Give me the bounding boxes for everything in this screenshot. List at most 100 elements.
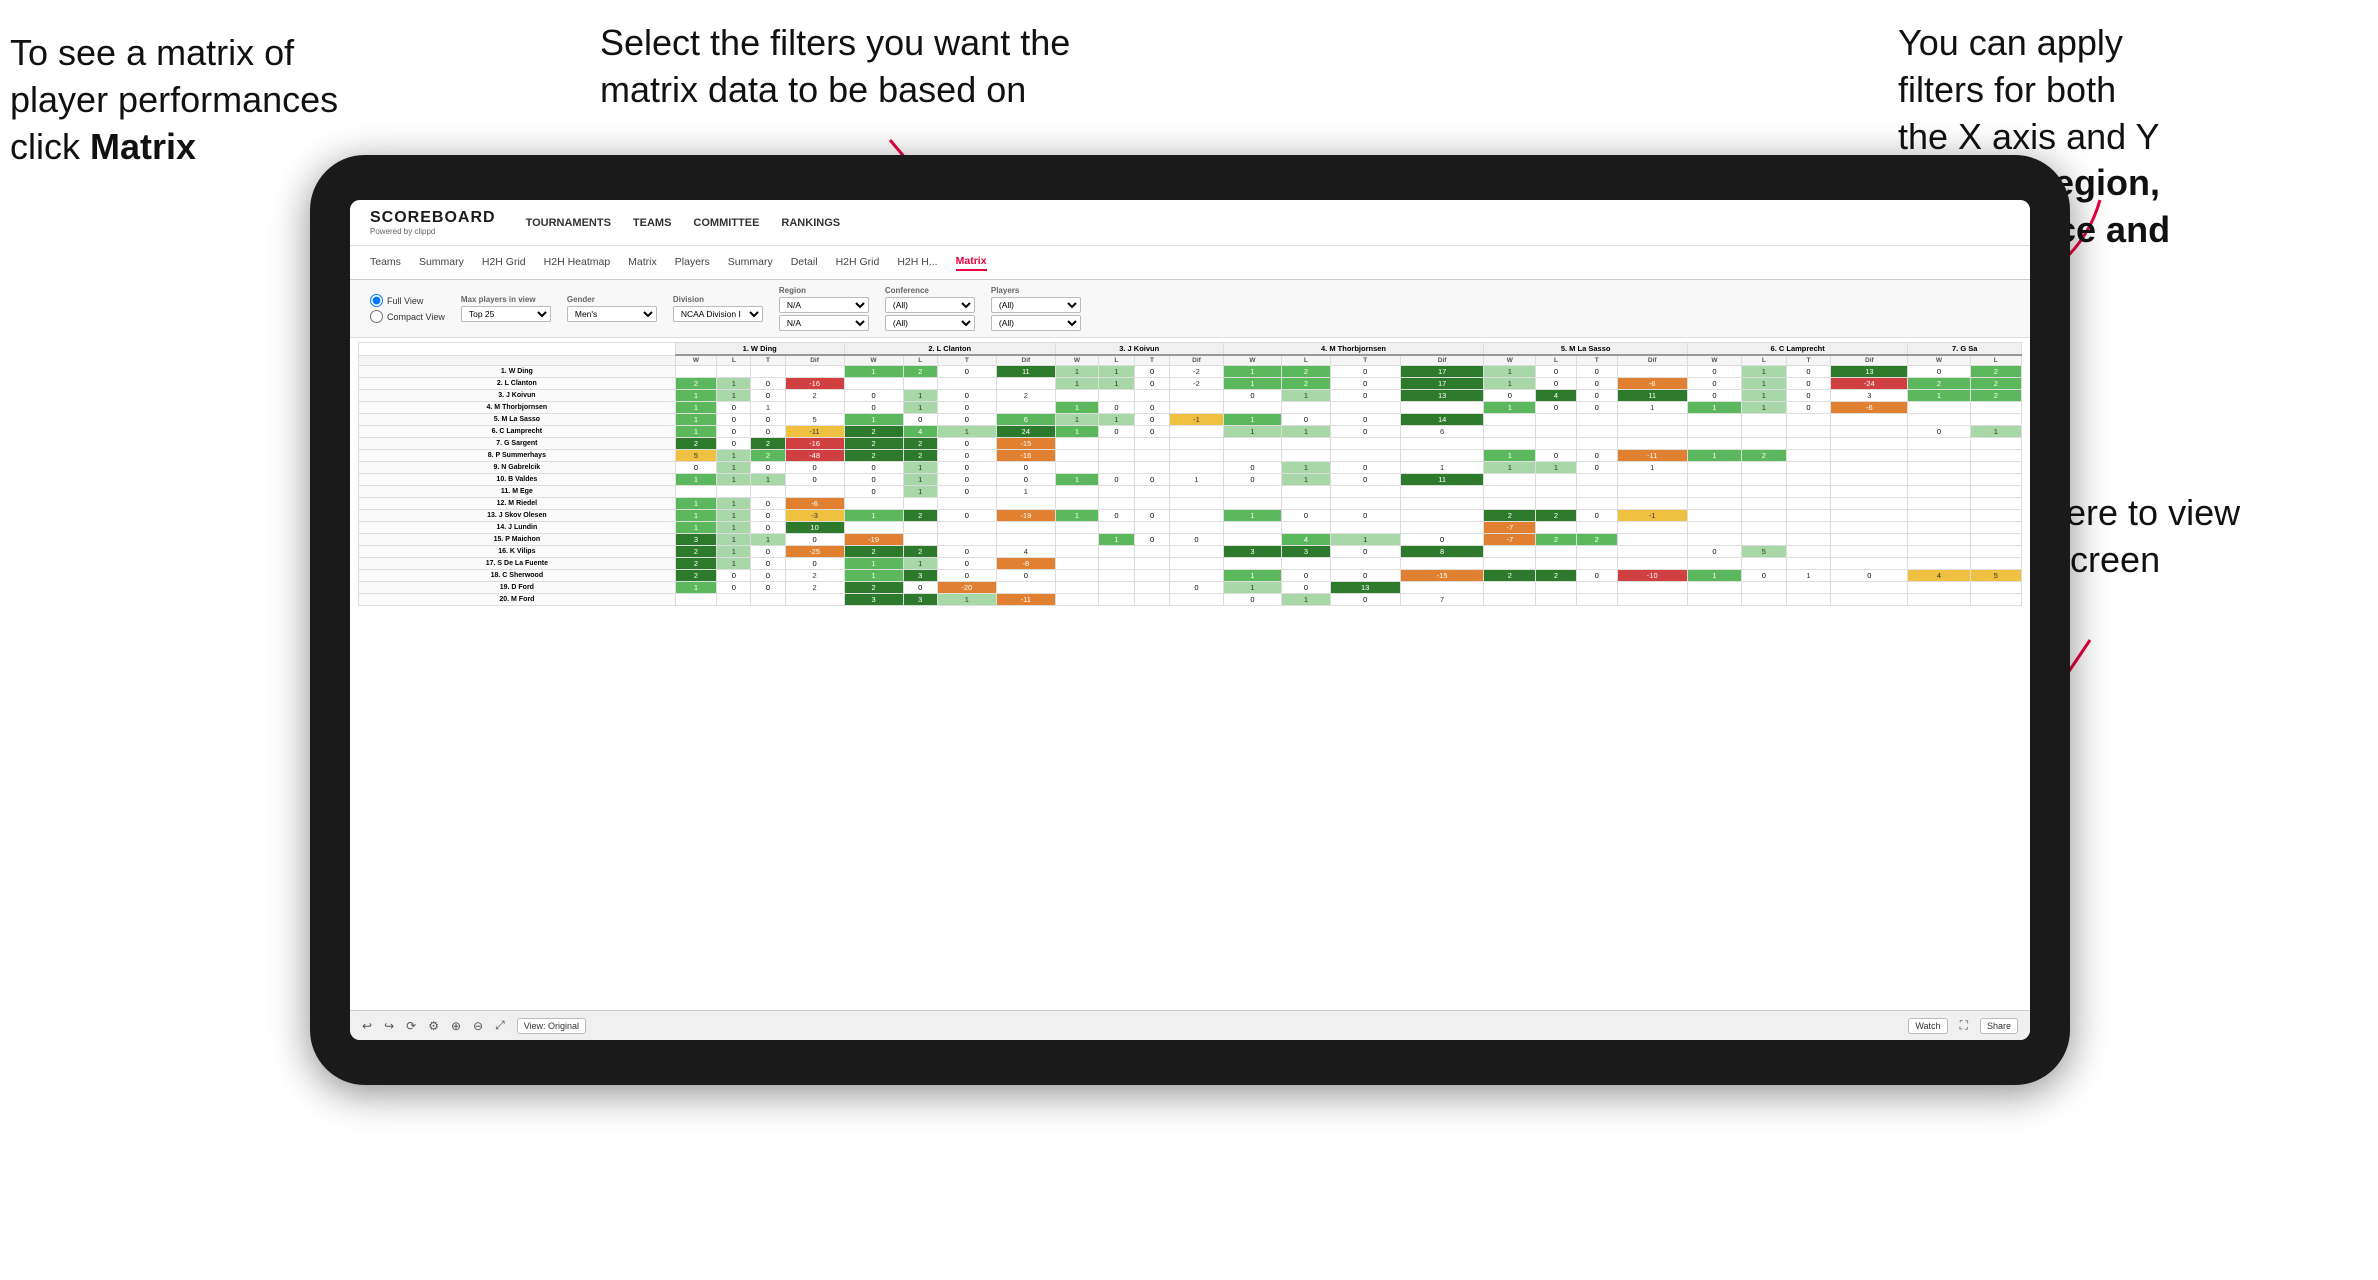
fit-icon[interactable]: ⤢ <box>495 1018 505 1033</box>
players-select-1[interactable]: (All) <box>991 297 1081 313</box>
nav-committee[interactable]: COMMITTEE <box>693 217 759 229</box>
matrix-cell: 1 <box>1223 414 1282 426</box>
matrix-cell <box>1536 558 1577 570</box>
players-select-2[interactable]: (All) <box>991 315 1081 331</box>
screen-icon[interactable]: ⛶ <box>1960 1018 1968 1033</box>
conference-select-1[interactable]: (All) <box>885 297 975 313</box>
matrix-cell <box>1687 582 1741 594</box>
tab-summary-1[interactable]: Summary <box>419 256 464 270</box>
region-select-1[interactable]: N/A <box>779 297 869 313</box>
division-select[interactable]: NCAA Division I <box>673 306 763 322</box>
tab-teams[interactable]: Teams <box>370 256 401 270</box>
matrix-cell <box>1617 582 1687 594</box>
matrix-cell: -24 <box>1831 378 1908 390</box>
matrix-cell <box>1330 498 1400 510</box>
matrix-cell <box>1484 582 1536 594</box>
nav-teams[interactable]: TEAMS <box>633 217 672 229</box>
matrix-cell <box>1400 582 1484 594</box>
tab-h2h-grid-1[interactable]: H2H Grid <box>482 256 526 270</box>
scoreboard-logo: SCOREBOARD Powered by clippd <box>370 209 496 236</box>
tab-matrix-active[interactable]: Matrix <box>956 255 987 271</box>
matrix-cell <box>1134 450 1170 462</box>
max-players-select[interactable]: Top 25 <box>461 306 551 322</box>
undo-icon[interactable]: ↩ <box>362 1019 372 1033</box>
matrix-cell: -2 <box>1170 366 1223 378</box>
zoom-out-icon[interactable]: ⊖ <box>473 1019 483 1033</box>
share-button[interactable]: Share <box>1980 1018 2018 1034</box>
gender-select[interactable]: Men's <box>567 306 657 322</box>
full-view-radio[interactable]: Full View <box>370 294 445 307</box>
view-original-button[interactable]: View: Original <box>517 1018 586 1034</box>
tab-h2h-heatmap[interactable]: H2H Heatmap <box>544 256 611 270</box>
matrix-cell: 0 <box>751 582 785 594</box>
matrix-cell: 1 <box>1484 462 1536 474</box>
matrix-cell: 0 <box>1282 582 1330 594</box>
matrix-cell: 0 <box>1223 474 1282 486</box>
col-header-2: 2. L Clanton <box>844 343 1055 356</box>
region-select-2[interactable]: N/A <box>779 315 869 331</box>
matrix-cell <box>1617 498 1687 510</box>
matrix-cell: -1 <box>1170 414 1223 426</box>
matrix-cell: 2 <box>1484 510 1536 522</box>
matrix-cell: 0 <box>717 582 751 594</box>
matrix-cell: 0 <box>903 582 937 594</box>
nav-tournaments[interactable]: TOURNAMENTS <box>526 217 611 229</box>
matrix-cell <box>1687 534 1741 546</box>
tab-h2h-grid-2[interactable]: H2H Grid <box>836 256 880 270</box>
matrix-cell: 0 <box>785 474 844 486</box>
matrix-cell: 0 <box>1576 570 1617 582</box>
tab-matrix-1[interactable]: Matrix <box>628 256 657 270</box>
matrix-cell: 1 <box>1099 414 1135 426</box>
compact-view-radio[interactable]: Compact View <box>370 310 445 323</box>
player-row-name: 6. C Lamprecht <box>359 426 676 438</box>
matrix-cell <box>1617 474 1687 486</box>
sub-t-4: T <box>1330 355 1400 366</box>
matrix-cell <box>1099 546 1135 558</box>
matrix-cell <box>1786 522 1831 534</box>
table-row: 3. J Koivun110201020101304011010312 <box>359 390 2022 402</box>
matrix-cell: 0 <box>1134 510 1170 522</box>
matrix-cell: 1 <box>1742 390 1787 402</box>
matrix-cell: 1 <box>937 426 996 438</box>
matrix-cell: 2 <box>785 582 844 594</box>
tab-h2h-h[interactable]: H2H H... <box>897 256 937 270</box>
matrix-cell: 0 <box>1536 366 1577 378</box>
matrix-cell <box>785 486 844 498</box>
matrix-cell: 0 <box>1576 366 1617 378</box>
sub-l-3: L <box>1099 355 1135 366</box>
tab-players[interactable]: Players <box>675 256 710 270</box>
nav-rankings[interactable]: RANKINGS <box>781 217 840 229</box>
matrix-cell: 13 <box>1400 390 1484 402</box>
settings-icon[interactable]: ⚙ <box>428 1019 439 1033</box>
matrix-cell: 1 <box>1742 378 1787 390</box>
gender-filter: Gender Men's <box>567 295 657 322</box>
matrix-cell: 0 <box>1687 546 1741 558</box>
watch-button[interactable]: Watch <box>1908 1018 1947 1034</box>
matrix-cell: 0 <box>1099 402 1135 414</box>
player-row-name: 5. M La Sasso <box>359 414 676 426</box>
sub-t-2: T <box>937 355 996 366</box>
matrix-cell: 0 <box>844 390 903 402</box>
matrix-cell <box>751 366 785 378</box>
matrix-cell: 1 <box>1330 534 1400 546</box>
matrix-cell: 0 <box>1170 534 1223 546</box>
matrix-cell: 0 <box>1330 390 1400 402</box>
table-row: 13. J Skov Olesen110-3120-19100100220-1 <box>359 510 2022 522</box>
matrix-cell: 1 <box>717 546 751 558</box>
matrix-cell <box>937 498 996 510</box>
redo-icon[interactable]: ↪ <box>384 1019 394 1033</box>
tab-detail[interactable]: Detail <box>791 256 818 270</box>
zoom-in-icon[interactable]: ⊕ <box>451 1019 461 1033</box>
division-filter: Division NCAA Division I <box>673 295 763 322</box>
matrix-cell: 1 <box>1687 402 1741 414</box>
matrix-cell <box>1170 594 1223 606</box>
tab-summary-2[interactable]: Summary <box>728 256 773 270</box>
matrix-cell <box>1742 438 1787 450</box>
refresh-icon[interactable]: ⟳ <box>406 1019 416 1033</box>
matrix-cell: 2 <box>675 570 717 582</box>
matrix-cell: 0 <box>1786 390 1831 402</box>
matrix-cell: 0 <box>785 462 844 474</box>
matrix-cell: 1 <box>1282 474 1330 486</box>
conference-select-2[interactable]: (All) <box>885 315 975 331</box>
matrix-cell: 0 <box>937 558 996 570</box>
